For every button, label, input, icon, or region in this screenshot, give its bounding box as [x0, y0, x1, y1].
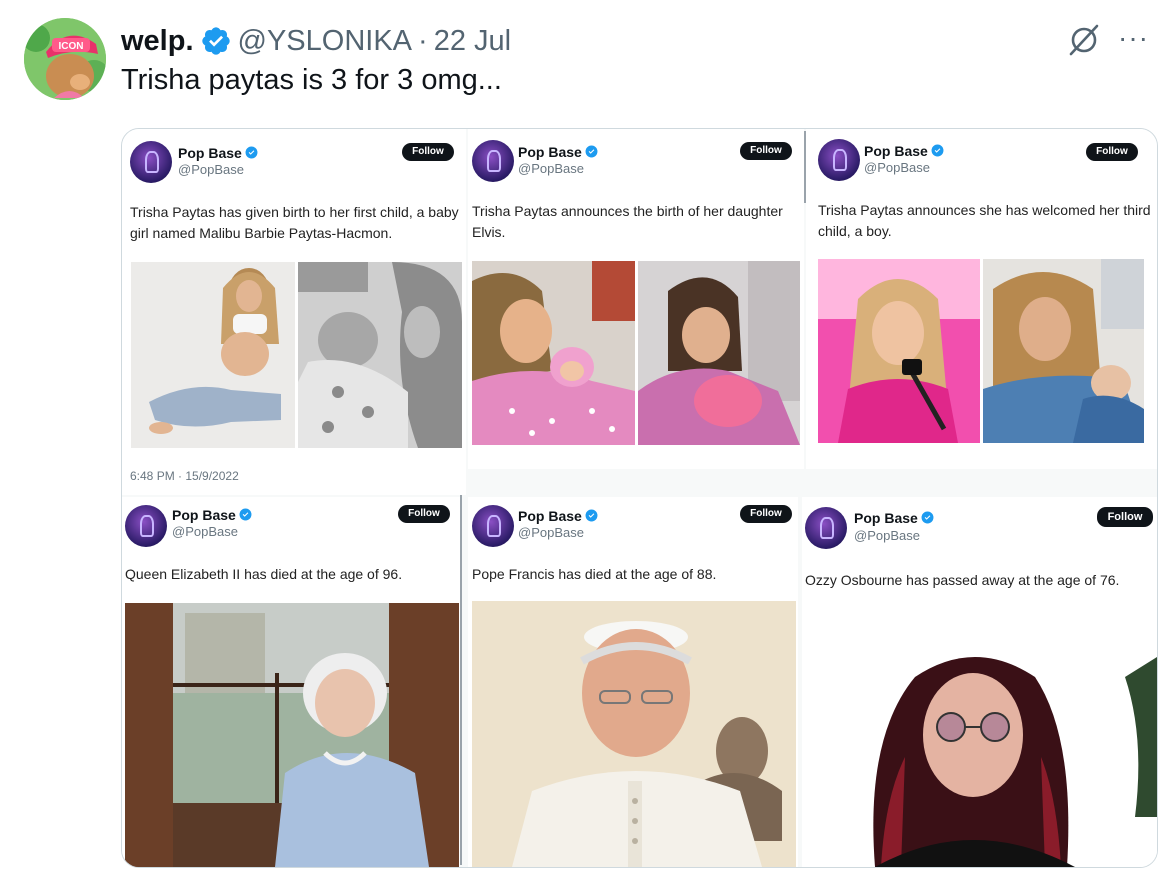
card-handle: @PopBase — [854, 528, 920, 543]
follow-button: Follow — [740, 505, 792, 523]
card-text: Ozzy Osbourne has passed away at the age… — [805, 572, 1120, 588]
photo-trisha-hospital-bed — [638, 261, 800, 445]
pop-base-card: Pop Base @PopBase Follow Pope Francis ha… — [468, 497, 798, 867]
collage-divider — [460, 495, 462, 865]
tweet-date[interactable]: 22 Jul — [434, 25, 511, 58]
pop-base-card: Pop Base @PopBase Follow Ozzy Osbourne h… — [802, 497, 1157, 867]
card-text: Trisha Paytas announces she has welcomed… — [818, 202, 1151, 239]
card-name: Pop Base — [854, 510, 934, 526]
card-name: Pop Base — [518, 144, 598, 160]
pop-base-card: Pop Base @PopBase Follow Trisha Paytas a… — [468, 129, 804, 469]
follow-button: Follow — [1086, 143, 1138, 161]
card-handle: @PopBase — [172, 524, 238, 539]
card-name: Pop Base — [864, 143, 944, 159]
more-icon[interactable]: ··· — [1118, 24, 1149, 52]
verified-badge-icon — [921, 511, 934, 524]
pop-base-avatar-icon — [130, 141, 172, 183]
photo-trisha-pink-interview — [818, 259, 980, 443]
pop-base-avatar-icon — [125, 505, 167, 547]
verified-badge-icon — [239, 508, 252, 521]
photo-trisha-newborn-boy — [983, 259, 1144, 443]
grok-icon[interactable] — [1066, 22, 1102, 58]
pop-base-avatar-icon — [472, 505, 514, 547]
user-avatar[interactable]: ICON — [24, 18, 106, 100]
pop-base-avatar-icon — [472, 140, 514, 182]
card-name: Pop Base — [518, 508, 598, 524]
tweet-media-image[interactable]: Pop Base @PopBase Follow Trisha Paytas h… — [121, 128, 1158, 868]
photo-queen-elizabeth — [125, 603, 459, 867]
follow-button: Follow — [740, 142, 792, 160]
card-text: Trisha Paytas announces the birth of her… — [472, 203, 783, 240]
collage-divider — [804, 131, 806, 203]
verified-badge-icon — [931, 144, 944, 157]
card-text: Queen Elizabeth II has died at the age o… — [125, 566, 403, 582]
photo-ozzy-osbourne — [805, 617, 1157, 867]
card-handle: @PopBase — [518, 161, 584, 176]
pop-base-card: Pop Base @PopBase Follow Queen Elizabeth… — [122, 497, 460, 867]
card-name: Pop Base — [178, 145, 258, 161]
follow-button: Follow — [1097, 507, 1153, 527]
pop-base-card: Pop Base @PopBase Follow Trisha Paytas a… — [806, 129, 1157, 469]
pop-base-card: Pop Base @PopBase Follow Trisha Paytas h… — [122, 129, 466, 495]
follow-button: Follow — [402, 143, 454, 161]
verified-badge-icon — [201, 27, 230, 55]
display-name[interactable]: welp. — [121, 25, 194, 58]
tweet-header: welp. @YSLONIKA · 22 Jul — [121, 24, 511, 58]
dot-separator: · — [418, 24, 428, 57]
verified-badge-icon — [245, 146, 258, 159]
pop-base-avatar-icon — [818, 139, 860, 181]
photo-trisha-newborn-pink — [472, 261, 635, 445]
tweet-text: Trisha paytas is 3 for 3 omg... — [121, 64, 502, 96]
pop-base-avatar-icon — [805, 507, 847, 549]
verified-badge-icon — [585, 145, 598, 158]
card-handle: @PopBase — [178, 162, 244, 177]
avatar-image: ICON — [24, 18, 106, 100]
photo-pope-francis — [472, 601, 796, 867]
follow-button: Follow — [398, 505, 450, 523]
photo-trisha-baby-bw — [298, 262, 462, 448]
avatar-cap-text: ICON — [59, 41, 84, 52]
card-timestamp: 6:48 PM · 15/9/2022 — [130, 469, 239, 483]
card-handle: @PopBase — [518, 525, 584, 540]
verified-badge-icon — [585, 509, 598, 522]
card-text: Pope Francis has died at the age of 88. — [472, 566, 717, 582]
card-name: Pop Base — [172, 507, 252, 523]
card-text: Trisha Paytas has given birth to her fir… — [130, 204, 459, 241]
photo-trisha-pregnant — [131, 262, 295, 448]
user-handle[interactable]: @YSLONIKA — [238, 25, 413, 58]
card-handle: @PopBase — [864, 160, 930, 175]
